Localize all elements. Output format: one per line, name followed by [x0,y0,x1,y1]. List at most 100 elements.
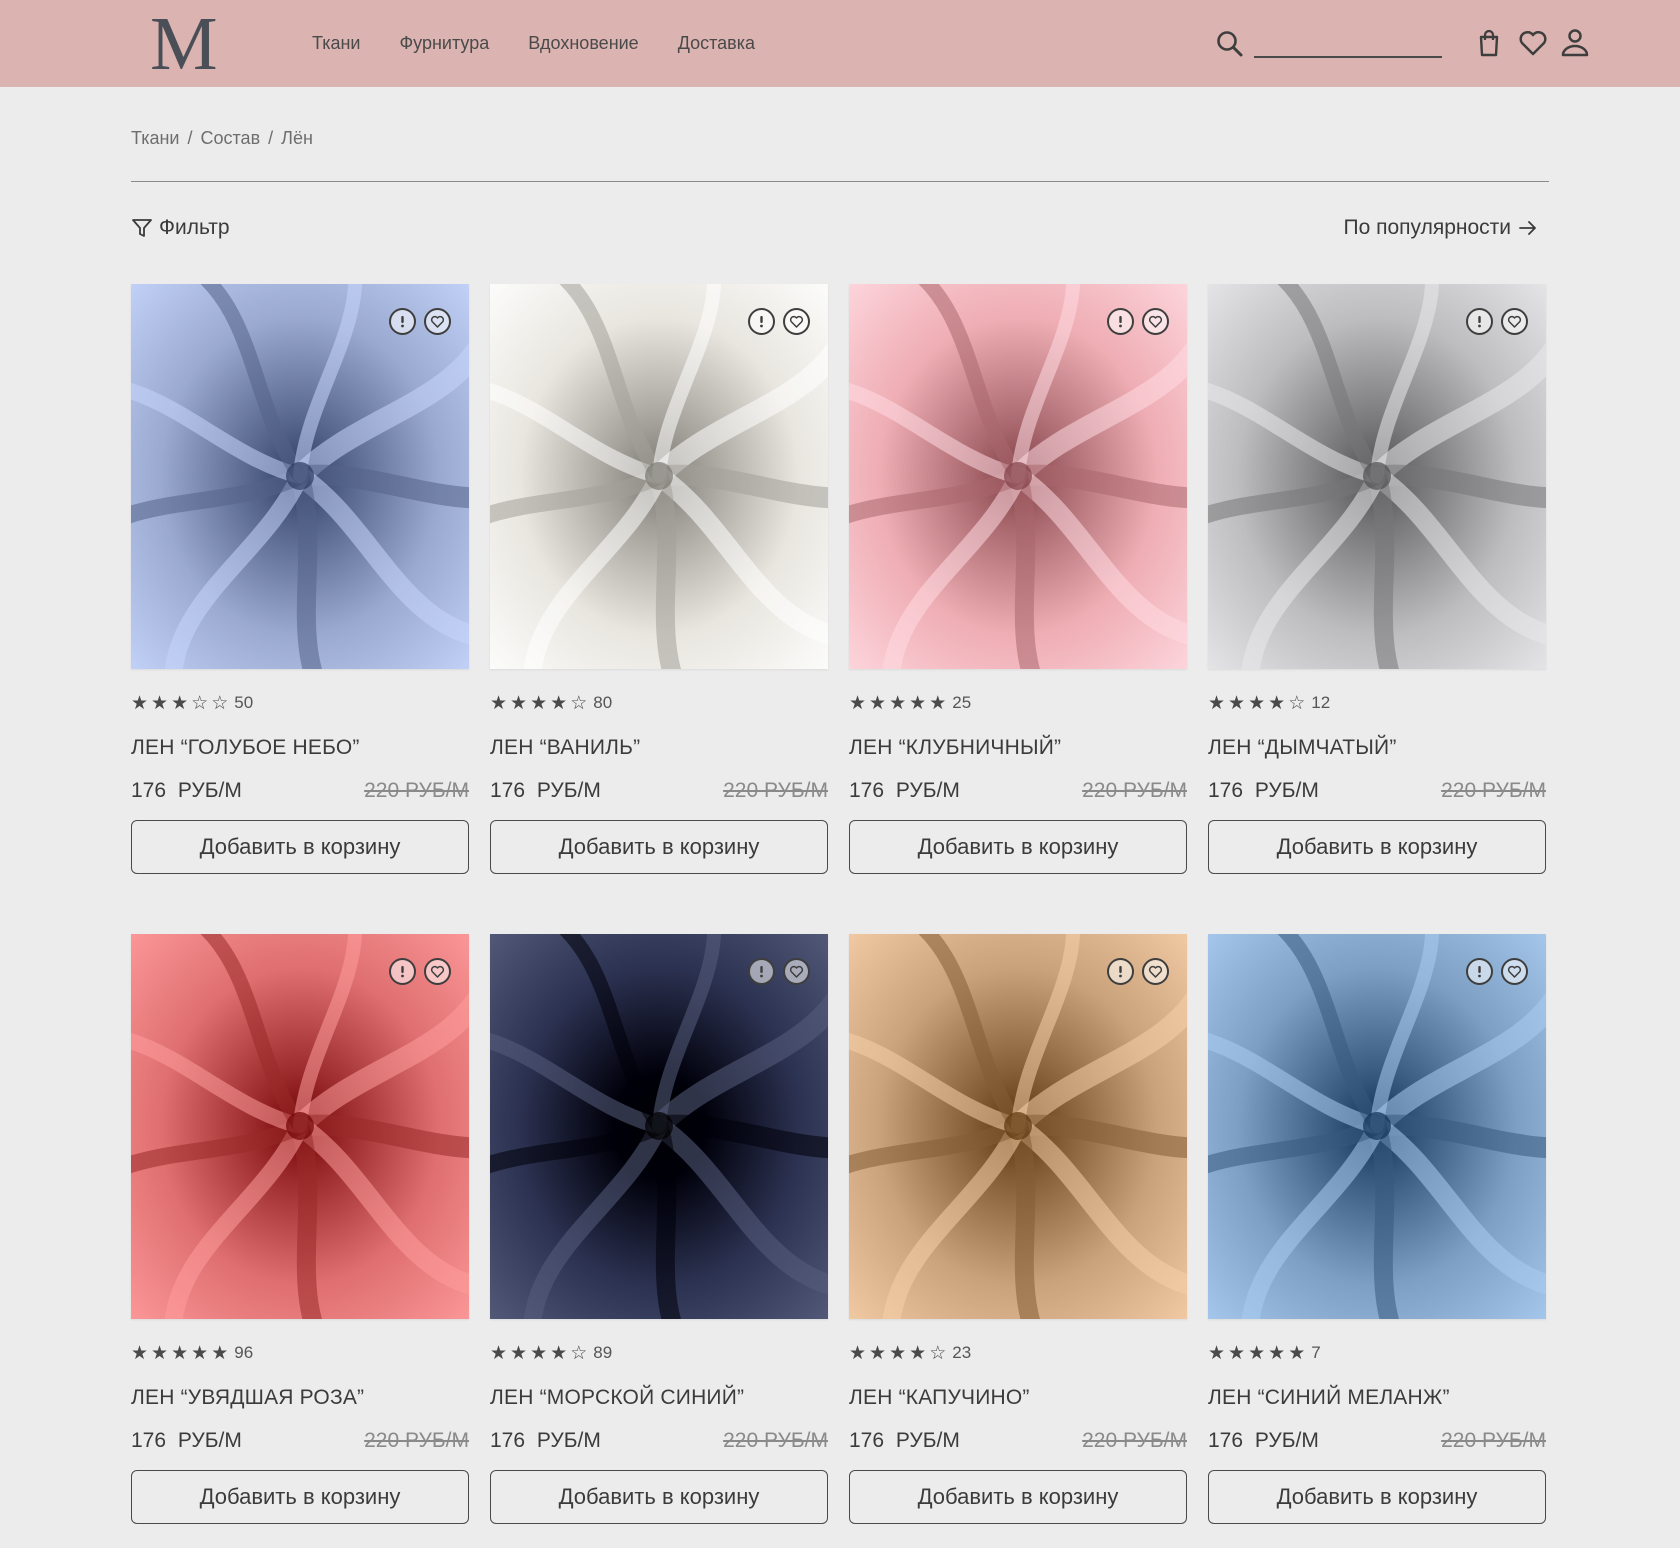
favorite-icon[interactable] [424,308,451,335]
product-old-price: 220 РУБ/М [723,1429,828,1452]
star-empty-icon: ☆ [929,1342,947,1364]
nav-item-delivery[interactable]: Доставка [678,30,755,56]
star-filled-icon: ★ [889,692,907,714]
product-image[interactable] [490,934,828,1319]
fabric-photo [1208,284,1546,669]
product-price: 176 РУБ/М [1208,1429,1319,1452]
product-card: ★ ★ ★ ★ ☆ 80 ЛЕН “ВАНИЛЬ” 176 РУБ/М 220 РУБ/М Доб… [490,284,828,874]
main-nav: Ткани Фурнитура Вдохновение Доставка [312,30,794,56]
breadcrumb-item-composition[interactable]: Состав [201,128,261,149]
star-filled-icon: ★ [909,1342,927,1364]
add-to-cart-button[interactable]: Добавить в корзину [849,1470,1187,1524]
product-old-price: 220 РУБ/М [1441,1429,1546,1452]
logo[interactable]: M [150,6,218,82]
fabric-photo [1208,934,1546,1319]
add-to-cart-button[interactable]: Добавить в корзину [490,1470,828,1524]
info-icon[interactable] [1107,958,1134,985]
breadcrumb-separator: / [268,128,274,148]
add-to-cart-button[interactable]: Добавить в корзину [1208,1470,1546,1524]
filter-button[interactable]: Фильтр [131,216,230,240]
star-filled-icon: ★ [490,692,508,714]
product-name[interactable]: ЛЕН “КЛУБНИЧНЫЙ” [849,736,1061,760]
product-name[interactable]: ЛЕН “УВЯДШАЯ РОЗА” [131,1386,364,1410]
star-filled-icon: ★ [1248,692,1266,714]
star-filled-icon: ★ [909,692,927,714]
add-to-cart-button[interactable]: Добавить в корзину [131,1470,469,1524]
favorite-icon[interactable] [1501,958,1528,985]
review-count: 23 [952,1343,972,1362]
product-name[interactable]: ЛЕН “МОРСКОЙ СИНИЙ” [490,1386,744,1410]
product-image[interactable] [131,284,469,669]
breadcrumb-item-fabrics[interactable]: Ткани [131,128,179,149]
favorite-icon[interactable] [783,308,810,335]
favorite-icon[interactable] [1142,308,1169,335]
product-image[interactable] [131,934,469,1319]
review-count: 50 [234,693,254,712]
star-filled-icon: ★ [1248,1342,1266,1364]
product-name[interactable]: ЛЕН “ВАНИЛЬ” [490,736,640,760]
nav-item-accessories[interactable]: Фурнитура [399,30,489,56]
divider [131,181,1549,182]
filter-label: Фильтр [159,216,230,239]
info-icon[interactable] [389,308,416,335]
review-count: 80 [593,693,613,712]
info-icon[interactable] [1107,308,1134,335]
favorite-icon[interactable] [1142,958,1169,985]
product-image[interactable] [849,284,1187,669]
info-icon[interactable] [389,958,416,985]
product-name[interactable]: ЛЕН “КАПУЧИНО” [849,1386,1030,1410]
bag-icon[interactable] [1472,26,1506,60]
product-name[interactable]: ЛЕН “СИНИЙ МЕЛАНЖ” [1208,1386,1450,1410]
star-filled-icon: ★ [1208,692,1226,714]
rating-stars: ★ ★ ★ ★ ★ [849,692,946,714]
favorite-icon[interactable] [783,958,810,985]
star-filled-icon: ★ [131,692,149,714]
product-old-price: 220 РУБ/М [1082,779,1187,802]
product-name[interactable]: ЛЕН “ДЫМЧАТЫЙ” [1208,736,1397,760]
star-filled-icon: ★ [1268,692,1286,714]
rating: ★ ★ ★ ☆ ☆ 50 [131,690,253,716]
heart-icon[interactable] [1516,26,1550,60]
add-to-cart-button[interactable]: Добавить в корзину [1208,820,1546,874]
add-to-cart-button[interactable]: Добавить в корзину [490,820,828,874]
product-name[interactable]: ЛЕН “ГОЛУБОЕ НЕБО” [131,736,360,760]
nav-item-fabrics[interactable]: Ткани [312,30,360,56]
star-filled-icon: ★ [211,1342,229,1364]
product-price: 176 РУБ/М [849,1429,960,1452]
nav-item-inspiration[interactable]: Вдохновение [528,30,638,56]
product-image[interactable] [1208,934,1546,1319]
sort-button[interactable]: По популярности [1344,216,1540,240]
star-filled-icon: ★ [151,692,169,714]
review-count: 12 [1311,693,1331,712]
breadcrumb-separator: / [187,128,193,148]
filter-icon [132,219,152,237]
search-icon[interactable] [1214,28,1246,60]
breadcrumb: Ткани / Состав / Лён [131,128,313,149]
product-image[interactable] [849,934,1187,1319]
review-count: 7 [1311,1343,1321,1362]
product-old-price: 220 РУБ/М [723,779,828,802]
info-icon[interactable] [1466,308,1493,335]
add-to-cart-button[interactable]: Добавить в корзину [849,820,1187,874]
search-input[interactable] [1254,30,1442,58]
favorite-icon[interactable] [1501,308,1528,335]
info-icon[interactable] [1466,958,1493,985]
star-filled-icon: ★ [929,692,947,714]
star-empty-icon: ☆ [1288,692,1306,714]
star-filled-icon: ★ [550,1342,568,1364]
star-filled-icon: ★ [490,1342,508,1364]
star-filled-icon: ★ [1228,1342,1246,1364]
info-icon[interactable] [748,958,775,985]
star-filled-icon: ★ [1288,1342,1306,1364]
user-icon[interactable] [1558,26,1592,60]
favorite-icon[interactable] [424,958,451,985]
product-price: 176 РУБ/М [490,1429,601,1452]
star-filled-icon: ★ [1268,1342,1286,1364]
fabric-photo [849,284,1187,669]
product-old-price: 220 РУБ/М [1441,779,1546,802]
add-to-cart-button[interactable]: Добавить в корзину [131,820,469,874]
info-icon[interactable] [748,308,775,335]
product-grid: ★ ★ ★ ☆ ☆ 50 ЛЕН “ГОЛУБОЕ НЕБО” 176 РУБ/М 220 РУ… [131,284,1549,1524]
product-image[interactable] [1208,284,1546,669]
product-image[interactable] [490,284,828,669]
